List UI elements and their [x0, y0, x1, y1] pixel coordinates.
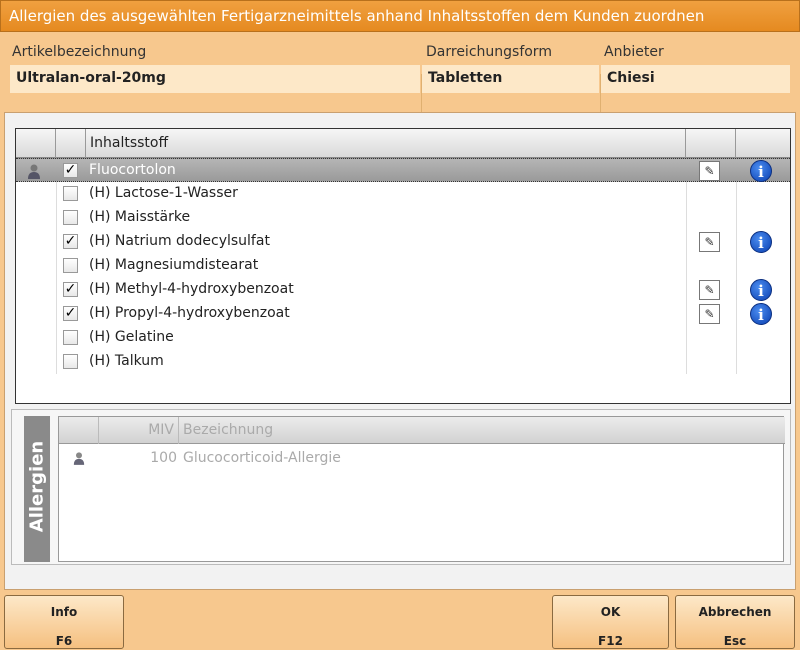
- inhaltsstoff-row[interactable]: ✓ (H) Methyl-4-hydroxybenzoat ✎ i: [16, 278, 790, 302]
- inhaltsstoff-name: (H) Lactose-1-Wasser: [89, 185, 238, 201]
- inhaltsstoff-row[interactable]: ✓ (H) Propyl-4-hydroxybenzoat ✎ i: [16, 302, 790, 326]
- inhaltsstoff-row[interactable]: ✓ (H) Natrium dodecylsulfat ✎ i: [16, 230, 790, 254]
- main-panel: Inhaltsstoff ✓ Fluocortolon ✎ i (H) Lact…: [4, 112, 796, 590]
- inhaltsstoff-name: Fluocortolon: [89, 162, 176, 178]
- header-person-column[interactable]: [16, 129, 56, 158]
- pen-icon[interactable]: ✎: [699, 280, 720, 300]
- artikel-panel: Artikelbezeichnung Darreichungsform Anbi…: [0, 32, 800, 129]
- inhaltsstoff-checkbox[interactable]: [63, 210, 78, 225]
- inhaltsstoff-checkbox[interactable]: [63, 330, 78, 345]
- anbieter-header: Anbieter: [604, 44, 664, 60]
- inhaltsstoff-checkbox[interactable]: [63, 258, 78, 273]
- allergien-panel: Allergien MIV Bezeichnung 100 Glucocorti…: [11, 409, 791, 565]
- info-button[interactable]: Info F6: [4, 595, 124, 649]
- grid-header: Inhaltsstoff: [16, 129, 790, 158]
- inhaltsstoff-name: (H) Methyl-4-hydroxybenzoat: [89, 281, 294, 297]
- abbrechen-button-key: Esc: [723, 634, 747, 648]
- artikelbezeichnung-header: Artikelbezeichnung: [12, 44, 147, 60]
- pen-icon[interactable]: ✎: [699, 232, 720, 252]
- header-inhaltsstoff[interactable]: Inhaltsstoff: [86, 129, 686, 158]
- allergien-label-text: Allergien: [26, 440, 48, 533]
- info-icon[interactable]: i: [750, 279, 772, 301]
- inhaltsstoff-checkbox[interactable]: [63, 186, 78, 201]
- artikelbezeichnung-value: Ultralan-oral-20mg: [10, 65, 420, 93]
- window-title: Allergien des ausgewählten Fertigarzneim…: [0, 0, 800, 32]
- anbieter-value: Chiesi: [601, 65, 790, 93]
- inhaltsstoff-name: (H) Propyl-4-hydroxybenzoat: [89, 305, 290, 321]
- inhaltsstoff-name: (H) Magnesiumdistearat: [89, 257, 259, 273]
- inhaltsstoff-row[interactable]: (H) Maisstärke: [16, 206, 790, 230]
- ok-button-key: F12: [598, 634, 623, 648]
- ok-button-label: OK: [600, 605, 621, 619]
- inhaltsstoff-checkbox[interactable]: ✓: [63, 163, 78, 178]
- ok-button[interactable]: OK F12: [552, 595, 669, 649]
- person-icon: [73, 452, 85, 465]
- inhaltsstoffe-grid[interactable]: Inhaltsstoff ✓ Fluocortolon ✎ i (H) Lact…: [15, 128, 791, 404]
- abbrechen-button-label: Abbrechen: [698, 605, 772, 619]
- allergie-bezeichnung: Glucocorticoid-Allergie: [183, 450, 341, 466]
- header-check-column[interactable]: [56, 129, 86, 158]
- inhaltsstoff-row[interactable]: (H) Magnesiumdistearat: [16, 254, 790, 278]
- inhaltsstoff-name: (H) Gelatine: [89, 329, 174, 345]
- info-icon[interactable]: i: [750, 303, 772, 325]
- abbrechen-button[interactable]: Abbrechen Esc: [675, 595, 795, 649]
- allergie-row[interactable]: 100 Glucocorticoid-Allergie: [59, 447, 785, 471]
- inhaltsstoff-row[interactable]: (H) Gelatine: [16, 326, 790, 350]
- inhaltsstoff-checkbox[interactable]: ✓: [63, 234, 78, 249]
- inhaltsstoff-name: (H) Natrium dodecylsulfat: [89, 233, 270, 249]
- info-icon[interactable]: i: [750, 160, 772, 182]
- allergien-grid[interactable]: MIV Bezeichnung 100 Glucocorticoid-Aller…: [58, 416, 785, 562]
- inhaltsstoff-row[interactable]: (H) Talkum: [16, 350, 790, 374]
- header-miv[interactable]: MIV: [99, 417, 179, 444]
- allergien-grid-header: MIV Bezeichnung: [59, 417, 785, 444]
- inhaltsstoff-row[interactable]: (H) Lactose-1-Wasser: [16, 182, 790, 206]
- info-icon[interactable]: i: [750, 231, 772, 253]
- inhaltsstoff-checkbox[interactable]: [63, 354, 78, 369]
- inhaltsstoff-name: (H) Talkum: [89, 353, 164, 369]
- inhaltsstoff-checkbox[interactable]: ✓: [63, 306, 78, 321]
- info-button-key: F6: [55, 634, 73, 648]
- person-icon: [28, 164, 40, 179]
- header-pen-column[interactable]: [686, 129, 736, 158]
- pen-icon[interactable]: ✎: [699, 304, 720, 324]
- pen-icon[interactable]: ✎: [699, 161, 720, 181]
- header-info-column[interactable]: [736, 129, 790, 158]
- darreichungsform-value: Tabletten: [422, 65, 599, 93]
- inhaltsstoff-name: (H) Maisstärke: [89, 209, 191, 225]
- allergien-label: Allergien: [24, 416, 50, 562]
- darreichungsform-header: Darreichungsform: [426, 44, 552, 60]
- inhaltsstoff-checkbox[interactable]: ✓: [63, 282, 78, 297]
- header-bezeichnung[interactable]: Bezeichnung: [179, 417, 785, 444]
- header-person-column[interactable]: [59, 417, 99, 444]
- allergie-miv: 100: [150, 450, 177, 466]
- button-bar: Info F6 OK F12 Abbrechen Esc: [0, 590, 800, 650]
- info-button-label: Info: [50, 605, 78, 619]
- inhaltsstoff-row[interactable]: ✓ Fluocortolon ✎ i: [16, 158, 790, 182]
